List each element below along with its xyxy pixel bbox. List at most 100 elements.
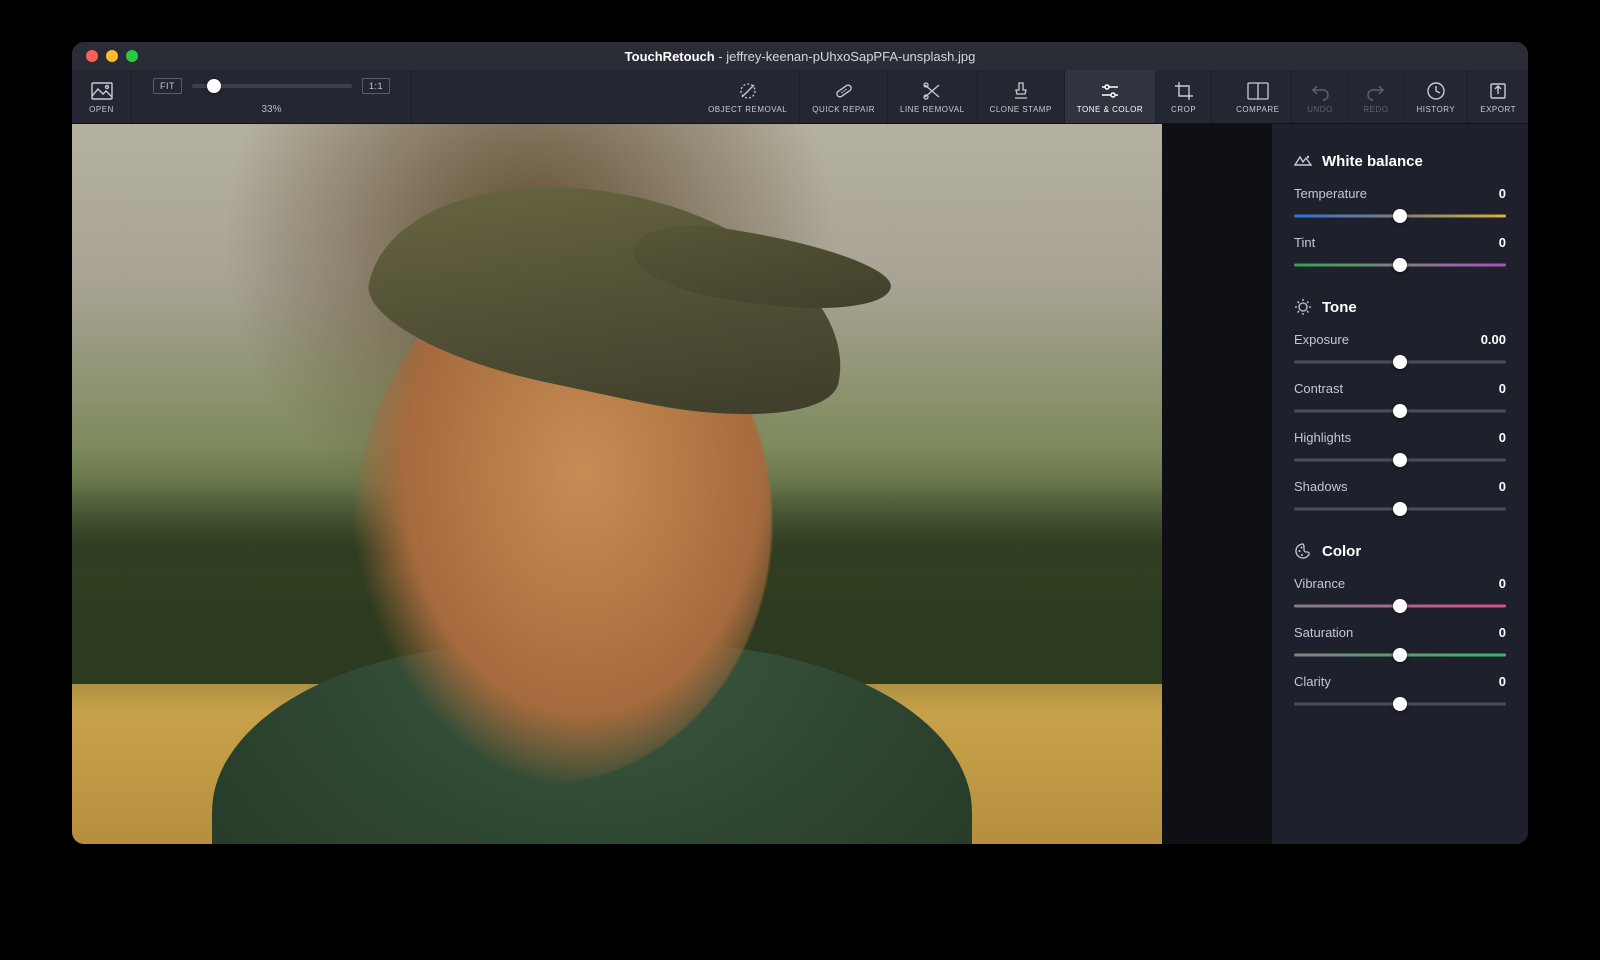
content-area: White balance Temperature 0 Tint bbox=[72, 124, 1528, 844]
exposure-value[interactable]: 0.00 bbox=[1481, 332, 1506, 347]
clarity-control: Clarity 0 bbox=[1294, 674, 1506, 711]
open-label: OPEN bbox=[89, 105, 114, 114]
white-balance-title: White balance bbox=[1322, 153, 1423, 170]
tint-slider[interactable] bbox=[1294, 258, 1506, 272]
zoom-1to1-button[interactable]: 1:1 bbox=[362, 78, 390, 94]
temperature-value[interactable]: 0 bbox=[1499, 186, 1506, 201]
white-balance-icon bbox=[1294, 152, 1312, 170]
vibrance-label: Vibrance bbox=[1294, 576, 1345, 591]
quick-repair-label: QUICK REPAIR bbox=[812, 105, 875, 114]
redo-icon bbox=[1365, 80, 1387, 102]
saturation-slider[interactable] bbox=[1294, 648, 1506, 662]
undo-label: UNDO bbox=[1307, 105, 1333, 114]
canvas-image[interactable] bbox=[72, 124, 1162, 844]
zoom-window-button[interactable] bbox=[126, 50, 138, 62]
object-removal-label: OBJECT REMOVAL bbox=[708, 105, 787, 114]
titlebar: TouchRetouch - jeffrey-keenan-pUhxoSapPF… bbox=[72, 42, 1528, 70]
zoom-fit-button[interactable]: FIT bbox=[153, 78, 182, 94]
crop-icon bbox=[1173, 80, 1195, 102]
history-label: HISTORY bbox=[1416, 105, 1455, 114]
shadows-thumb[interactable] bbox=[1393, 502, 1407, 516]
object-removal-tool[interactable]: OBJECT REMOVAL bbox=[696, 70, 800, 123]
clarity-slider[interactable] bbox=[1294, 697, 1506, 711]
export-icon bbox=[1487, 80, 1509, 102]
line-removal-tool[interactable]: LINE REMOVAL bbox=[888, 70, 978, 123]
toolbar: OPEN FIT 1:1 33% OBJECT REMOVAL bbox=[72, 70, 1528, 124]
temperature-slider[interactable] bbox=[1294, 209, 1506, 223]
highlights-label: Highlights bbox=[1294, 430, 1351, 445]
history-button[interactable]: HISTORY bbox=[1404, 70, 1468, 123]
color-section: Color Vibrance 0 Saturation 0 bbox=[1294, 542, 1506, 711]
exposure-slider[interactable] bbox=[1294, 355, 1506, 369]
clone-stamp-tool[interactable]: CLONE STAMP bbox=[978, 70, 1065, 123]
adjustments-panel: White balance Temperature 0 Tint bbox=[1272, 124, 1528, 844]
crop-label: CROP bbox=[1171, 105, 1196, 114]
stamp-icon bbox=[1010, 80, 1032, 102]
saturation-thumb[interactable] bbox=[1393, 648, 1407, 662]
object-removal-icon bbox=[737, 80, 759, 102]
contrast-value[interactable]: 0 bbox=[1499, 381, 1506, 396]
canvas-area[interactable] bbox=[72, 124, 1272, 844]
compare-button[interactable]: COMPARE bbox=[1224, 70, 1292, 123]
undo-button[interactable]: UNDO bbox=[1292, 70, 1348, 123]
zoom-slider-thumb[interactable] bbox=[207, 79, 221, 93]
zoom-controls: FIT 1:1 33% bbox=[132, 70, 412, 123]
shadows-value[interactable]: 0 bbox=[1499, 479, 1506, 494]
tone-title: Tone bbox=[1322, 299, 1357, 316]
app-window: TouchRetouch - jeffrey-keenan-pUhxoSapPF… bbox=[72, 42, 1528, 844]
compare-icon bbox=[1247, 80, 1269, 102]
highlights-thumb[interactable] bbox=[1393, 453, 1407, 467]
bandage-icon bbox=[833, 80, 855, 102]
tint-thumb[interactable] bbox=[1393, 258, 1407, 272]
saturation-label: Saturation bbox=[1294, 625, 1353, 640]
minimize-window-button[interactable] bbox=[106, 50, 118, 62]
line-removal-label: LINE REMOVAL bbox=[900, 105, 965, 114]
compare-label: COMPARE bbox=[1236, 105, 1279, 114]
contrast-thumb[interactable] bbox=[1393, 404, 1407, 418]
contrast-slider[interactable] bbox=[1294, 404, 1506, 418]
vibrance-thumb[interactable] bbox=[1393, 599, 1407, 613]
close-window-button[interactable] bbox=[86, 50, 98, 62]
document-filename: jeffrey-keenan-pUhxoSapPFA-unsplash.jpg bbox=[726, 49, 975, 64]
undo-icon bbox=[1309, 80, 1331, 102]
crop-tool[interactable]: CROP bbox=[1156, 70, 1212, 123]
clone-stamp-label: CLONE STAMP bbox=[990, 105, 1052, 114]
shadows-label: Shadows bbox=[1294, 479, 1347, 494]
color-title: Color bbox=[1322, 543, 1361, 560]
clarity-thumb[interactable] bbox=[1393, 697, 1407, 711]
history-icon bbox=[1425, 80, 1447, 102]
tint-control: Tint 0 bbox=[1294, 235, 1506, 272]
temperature-label: Temperature bbox=[1294, 186, 1367, 201]
temperature-thumb[interactable] bbox=[1393, 209, 1407, 223]
tint-label: Tint bbox=[1294, 235, 1315, 250]
vibrance-slider[interactable] bbox=[1294, 599, 1506, 613]
vibrance-control: Vibrance 0 bbox=[1294, 576, 1506, 613]
clarity-value[interactable]: 0 bbox=[1499, 674, 1506, 689]
shadows-control: Shadows 0 bbox=[1294, 479, 1506, 516]
highlights-slider[interactable] bbox=[1294, 453, 1506, 467]
saturation-control: Saturation 0 bbox=[1294, 625, 1506, 662]
shadows-slider[interactable] bbox=[1294, 502, 1506, 516]
redo-label: REDO bbox=[1363, 105, 1388, 114]
tone-color-tool[interactable]: TONE & COLOR bbox=[1065, 70, 1156, 123]
saturation-value[interactable]: 0 bbox=[1499, 625, 1506, 640]
open-button[interactable]: OPEN bbox=[72, 70, 132, 123]
vibrance-value[interactable]: 0 bbox=[1499, 576, 1506, 591]
tint-value[interactable]: 0 bbox=[1499, 235, 1506, 250]
color-icon bbox=[1294, 542, 1312, 560]
export-label: EXPORT bbox=[1480, 105, 1516, 114]
redo-button[interactable]: REDO bbox=[1348, 70, 1404, 123]
image-icon bbox=[91, 80, 113, 102]
exposure-thumb[interactable] bbox=[1393, 355, 1407, 369]
tone-color-label: TONE & COLOR bbox=[1077, 105, 1143, 114]
zoom-percent-label: 33% bbox=[261, 104, 281, 115]
zoom-slider[interactable] bbox=[192, 84, 352, 88]
quick-repair-tool[interactable]: QUICK REPAIR bbox=[800, 70, 888, 123]
highlights-value[interactable]: 0 bbox=[1499, 430, 1506, 445]
scissors-icon bbox=[921, 80, 943, 102]
contrast-control: Contrast 0 bbox=[1294, 381, 1506, 418]
export-button[interactable]: EXPORT bbox=[1468, 70, 1528, 123]
white-balance-section: White balance Temperature 0 Tint bbox=[1294, 152, 1506, 272]
exposure-control: Exposure 0.00 bbox=[1294, 332, 1506, 369]
sliders-icon bbox=[1099, 80, 1121, 102]
